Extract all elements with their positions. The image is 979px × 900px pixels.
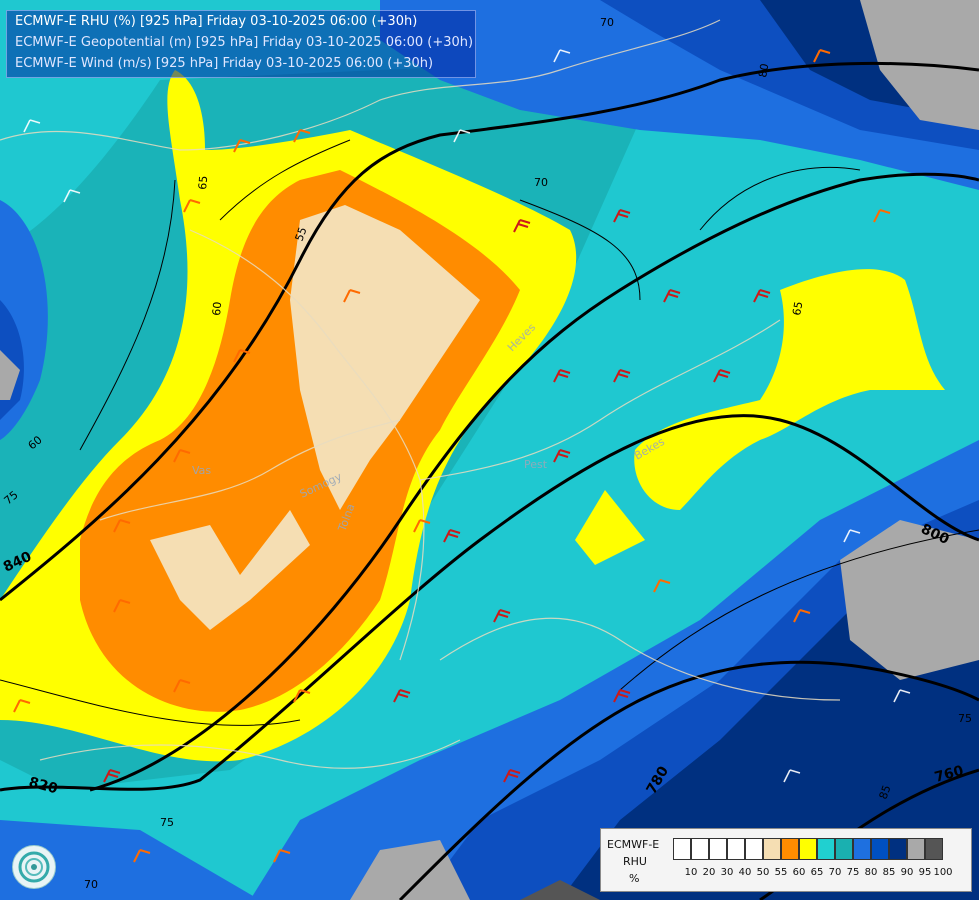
legend-tick: 20 [702,867,716,878]
legend-tick: 10 [684,867,698,878]
legend-swatch [889,838,907,860]
legend-swatch [871,838,889,860]
legend-swatch [763,838,781,860]
legend-swatch [745,838,763,860]
legend-tick: 75 [846,867,860,878]
legend-variable: RHU [623,855,647,868]
legend-tick: 80 [864,867,878,878]
legend-tick: 60 [792,867,806,878]
legend-swatch [709,838,727,860]
legend-swatch [925,838,943,860]
legend-tick: 40 [738,867,752,878]
rhu-label: 65 [196,175,210,190]
legend-swatch [799,838,817,860]
legend-swatch [781,838,799,860]
rhu-label: 75 [160,816,174,829]
legend-swatch [817,838,835,860]
rhu-label: 80 [756,62,771,78]
legend-model: ECMWF-E [607,838,660,851]
legend-tick: 65 [810,867,824,878]
title-rhu: ECMWF-E RHU (%) [925 hPa] Friday 03-10-2… [15,14,418,29]
place-label-vas: Vas [192,464,211,477]
rhu-label: 70 [84,878,98,891]
legend-tick: 85 [882,867,896,878]
title-wind: ECMWF-E Wind (m/s) [925 hPa] Friday 03-1… [15,56,434,71]
legend-tick: 50 [756,867,770,878]
rhu-label: 65 [790,300,805,316]
legend-swatch [853,838,871,860]
rhu-label: 70 [600,16,614,29]
legend-tick: 30 [720,867,734,878]
ecmwf-logo-icon [12,845,56,889]
legend-tick: 70 [828,867,842,878]
place-label-pest: Pest [524,458,548,471]
legend-swatch [691,838,709,860]
weather-map[interactable]: 840 820 780 800 760 70 80 70 65 65 55 60… [0,0,979,900]
legend-unit: % [629,872,640,885]
rhu-label: 75 [958,712,972,725]
map-title-box: ECMWF-E RHU (%) [925 hPa] Friday 03-10-2… [6,10,476,78]
rhu-label: 60 [210,301,224,316]
legend-swatch [835,838,853,860]
title-geopotential: ECMWF-E Geopotential (m) [925 hPa] Frida… [15,35,474,50]
legend-swatch [673,838,691,860]
legend-tick: 90 [900,867,914,878]
legend-tick: 55 [774,867,788,878]
color-legend: ECMWF-E RHU % 10 20 30 40 50 55 60 65 70 75 80 85 90… [600,828,972,892]
legend-tick: 95 [918,867,932,878]
legend-swatch [907,838,925,860]
legend-swatch [727,838,745,860]
rhu-label: 70 [534,176,548,189]
legend-tick: 100 [933,867,953,878]
